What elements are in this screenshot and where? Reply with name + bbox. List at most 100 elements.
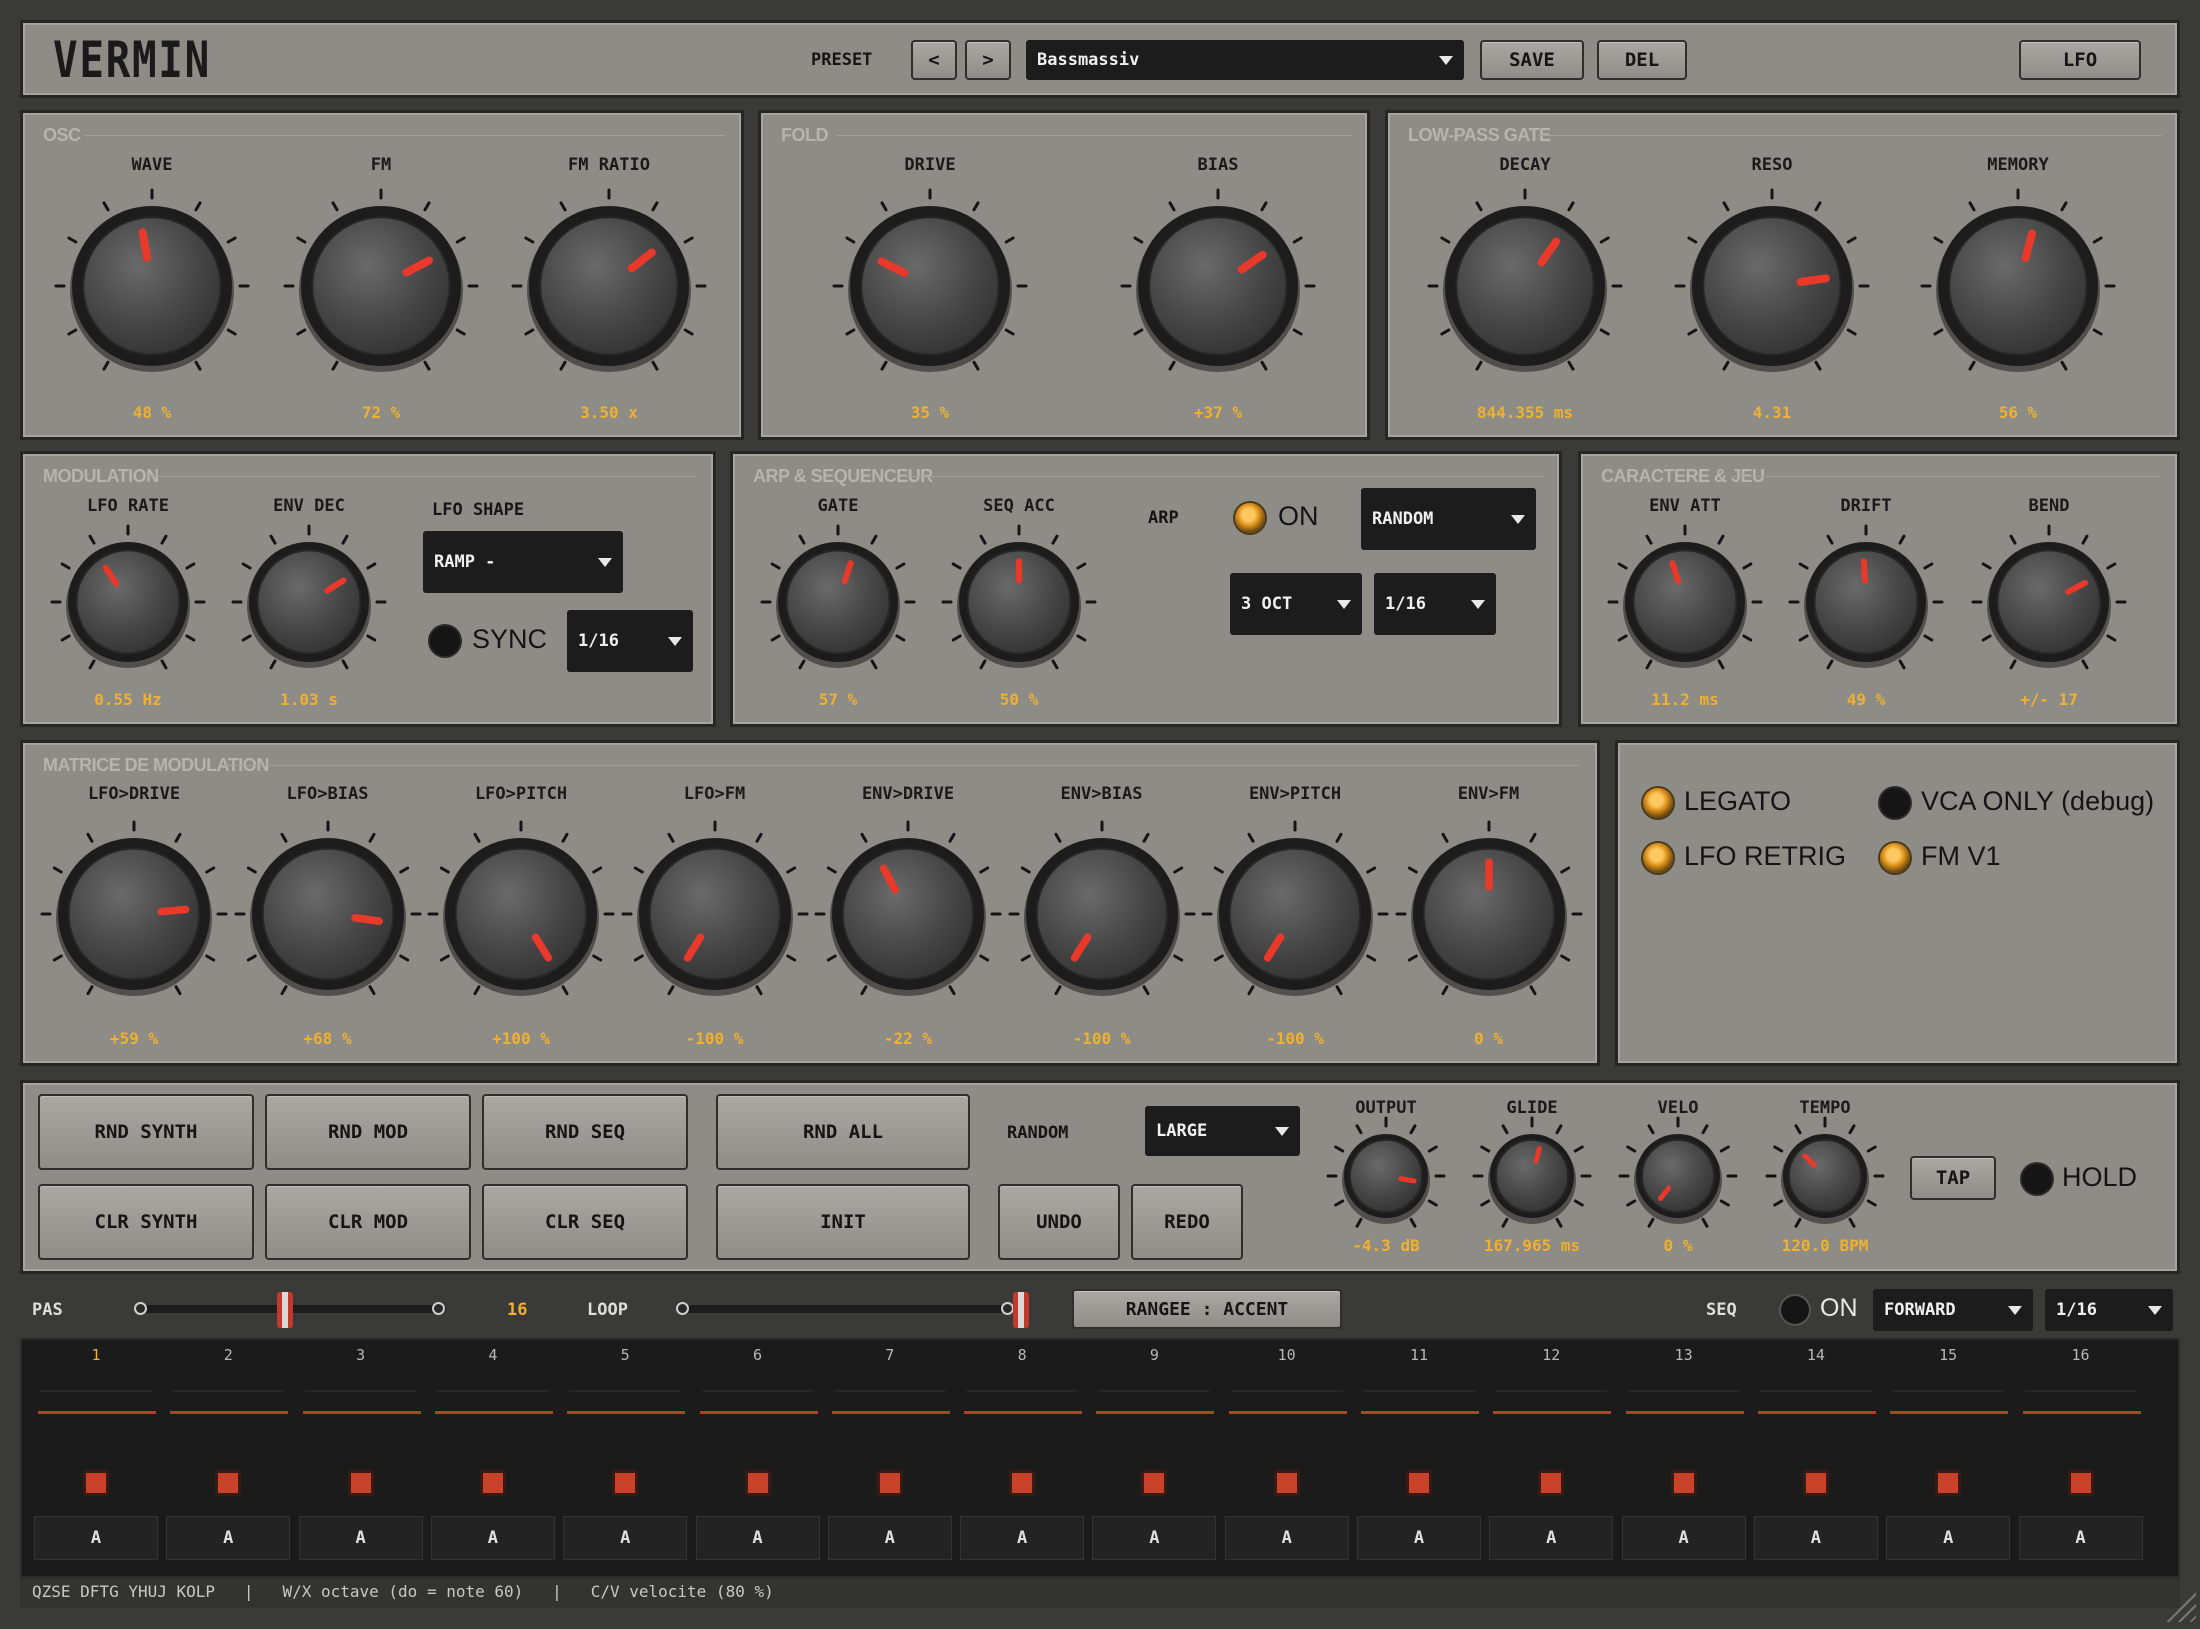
- delete-button[interactable]: DEL: [1597, 40, 1687, 80]
- hold-label[interactable]: HOLD: [2062, 1162, 2137, 1193]
- preset-select[interactable]: Bassmassiv: [1026, 40, 1464, 80]
- step-accent-button[interactable]: A: [1753, 1516, 1878, 1560]
- step-value-bar[interactable]: [1096, 1411, 1215, 1414]
- lfo-button[interactable]: LFO: [2019, 40, 2141, 80]
- step-accent-button[interactable]: A: [34, 1516, 158, 1560]
- seq-acc-knob[interactable]: [937, 520, 1101, 684]
- step-gate-pad[interactable]: [1935, 1470, 1962, 1496]
- step-accent-button[interactable]: A: [430, 1516, 555, 1560]
- step-gate-pad[interactable]: [347, 1470, 374, 1496]
- step-value-track[interactable]: [1627, 1390, 1740, 1392]
- lfo-retrig-label[interactable]: LFO RETRIG: [1684, 841, 1846, 872]
- step-gate-pad[interactable]: [479, 1470, 506, 1496]
- env-fm-knob[interactable]: [1391, 816, 1587, 1012]
- step-accent-button[interactable]: A: [298, 1516, 423, 1560]
- step-gate-pad[interactable]: [612, 1470, 639, 1496]
- step-value-bar[interactable]: [831, 1411, 950, 1414]
- gate-knob[interactable]: [756, 520, 920, 684]
- step-value-bar[interactable]: [1228, 1411, 1347, 1414]
- step-value-bar[interactable]: [302, 1411, 421, 1414]
- lfo-retrig-led[interactable]: [1643, 843, 1673, 873]
- step-accent-button[interactable]: A: [695, 1516, 820, 1560]
- step-value-bar[interactable]: [1757, 1411, 1876, 1414]
- rnd-synth-button[interactable]: RND SYNTH: [38, 1094, 254, 1170]
- step-gate-pad[interactable]: [744, 1470, 771, 1496]
- tempo-knob[interactable]: [1761, 1112, 1889, 1240]
- lfo-fm-knob[interactable]: [617, 816, 813, 1012]
- sync-led[interactable]: [430, 626, 460, 656]
- step-gate-pad[interactable]: [83, 1470, 109, 1496]
- step-accent-button[interactable]: A: [563, 1516, 688, 1560]
- seq-on-led[interactable]: [1781, 1296, 1809, 1324]
- wave-knob[interactable]: [50, 184, 254, 388]
- legato-led[interactable]: [1643, 788, 1673, 818]
- step-value-track[interactable]: [833, 1390, 946, 1392]
- preset-prev-button[interactable]: <: [911, 40, 957, 80]
- step-value-track[interactable]: [40, 1390, 152, 1392]
- fm-v1-led[interactable]: [1880, 843, 1910, 873]
- step-value-bar[interactable]: [1361, 1411, 1479, 1414]
- step-value-bar[interactable]: [1493, 1411, 1612, 1414]
- arp-mode-select[interactable]: RANDOM: [1361, 488, 1536, 550]
- lfo-shape-select[interactable]: RAMP -: [423, 531, 623, 593]
- fm-v1-label[interactable]: FM V1: [1921, 841, 2001, 872]
- redo-button[interactable]: REDO: [1131, 1184, 1243, 1260]
- clr-seq-button[interactable]: CLR SEQ: [482, 1184, 688, 1260]
- step-gate-pad[interactable]: [1141, 1470, 1168, 1496]
- step-gate-pad[interactable]: [1406, 1470, 1432, 1496]
- init-button[interactable]: INIT: [716, 1184, 970, 1260]
- velo-knob[interactable]: [1614, 1112, 1742, 1240]
- step-accent-button[interactable]: A: [1489, 1516, 1614, 1560]
- rnd-seq-button[interactable]: RND SEQ: [482, 1094, 688, 1170]
- lfo-rate-knob[interactable]: [46, 520, 210, 684]
- range-accent-button[interactable]: RANGEE : ACCENT: [1072, 1289, 1342, 1329]
- random-amount-select[interactable]: LARGE: [1145, 1106, 1300, 1156]
- legato-label[interactable]: LEGATO: [1684, 786, 1791, 817]
- env-drive-knob[interactable]: [810, 816, 1006, 1012]
- step-accent-button[interactable]: A: [2018, 1516, 2143, 1560]
- drive-knob[interactable]: [828, 184, 1032, 388]
- vca-only-led[interactable]: [1880, 788, 1910, 818]
- step-accent-button[interactable]: A: [827, 1516, 952, 1560]
- bias-knob[interactable]: [1116, 184, 1320, 388]
- drift-knob[interactable]: [1784, 520, 1948, 684]
- sync-label[interactable]: SYNC: [472, 624, 547, 655]
- save-button[interactable]: SAVE: [1480, 40, 1584, 80]
- step-gate-pad[interactable]: [215, 1470, 242, 1496]
- fm-knob[interactable]: [279, 184, 483, 388]
- step-value-track[interactable]: [1892, 1390, 2005, 1392]
- lfo-pitch-knob[interactable]: [423, 816, 619, 1012]
- reso-knob[interactable]: [1670, 184, 1874, 388]
- rnd-all-button[interactable]: RND ALL: [716, 1094, 970, 1170]
- step-value-track[interactable]: [569, 1390, 682, 1392]
- clr-synth-button[interactable]: CLR SYNTH: [38, 1184, 254, 1260]
- step-value-track[interactable]: [2024, 1390, 2137, 1392]
- tap-button[interactable]: TAP: [1910, 1156, 1996, 1200]
- step-value-track[interactable]: [1230, 1390, 1343, 1392]
- step-accent-button[interactable]: A: [1224, 1516, 1349, 1560]
- step-value-track[interactable]: [701, 1390, 814, 1392]
- step-gate-pad[interactable]: [1009, 1470, 1036, 1496]
- step-value-bar[interactable]: [1890, 1411, 2009, 1414]
- vca-only-label[interactable]: VCA ONLY (debug): [1921, 786, 2154, 817]
- step-accent-button[interactable]: A: [1357, 1516, 1481, 1560]
- step-accent-button[interactable]: A: [960, 1516, 1085, 1560]
- step-gate-pad[interactable]: [1538, 1470, 1565, 1496]
- step-value-bar[interactable]: [2022, 1411, 2141, 1414]
- step-value-bar[interactable]: [170, 1411, 289, 1414]
- pas-slider-handle[interactable]: [277, 1292, 293, 1328]
- step-value-bar[interactable]: [1625, 1411, 1744, 1414]
- memory-knob[interactable]: [1916, 184, 2120, 388]
- step-value-track[interactable]: [1759, 1390, 1872, 1392]
- preset-next-button[interactable]: >: [965, 40, 1011, 80]
- env-att-knob[interactable]: [1603, 520, 1767, 684]
- arp-octave-select[interactable]: 3 OCT: [1230, 573, 1362, 635]
- sync-rate-select[interactable]: 1/16: [567, 610, 693, 672]
- env-bias-knob[interactable]: [1004, 816, 1200, 1012]
- step-value-track[interactable]: [304, 1390, 417, 1392]
- undo-button[interactable]: UNDO: [998, 1184, 1120, 1260]
- step-value-track[interactable]: [172, 1390, 285, 1392]
- hold-led[interactable]: [2022, 1164, 2052, 1194]
- glide-knob[interactable]: [1468, 1112, 1596, 1240]
- bend-knob[interactable]: [1967, 520, 2131, 684]
